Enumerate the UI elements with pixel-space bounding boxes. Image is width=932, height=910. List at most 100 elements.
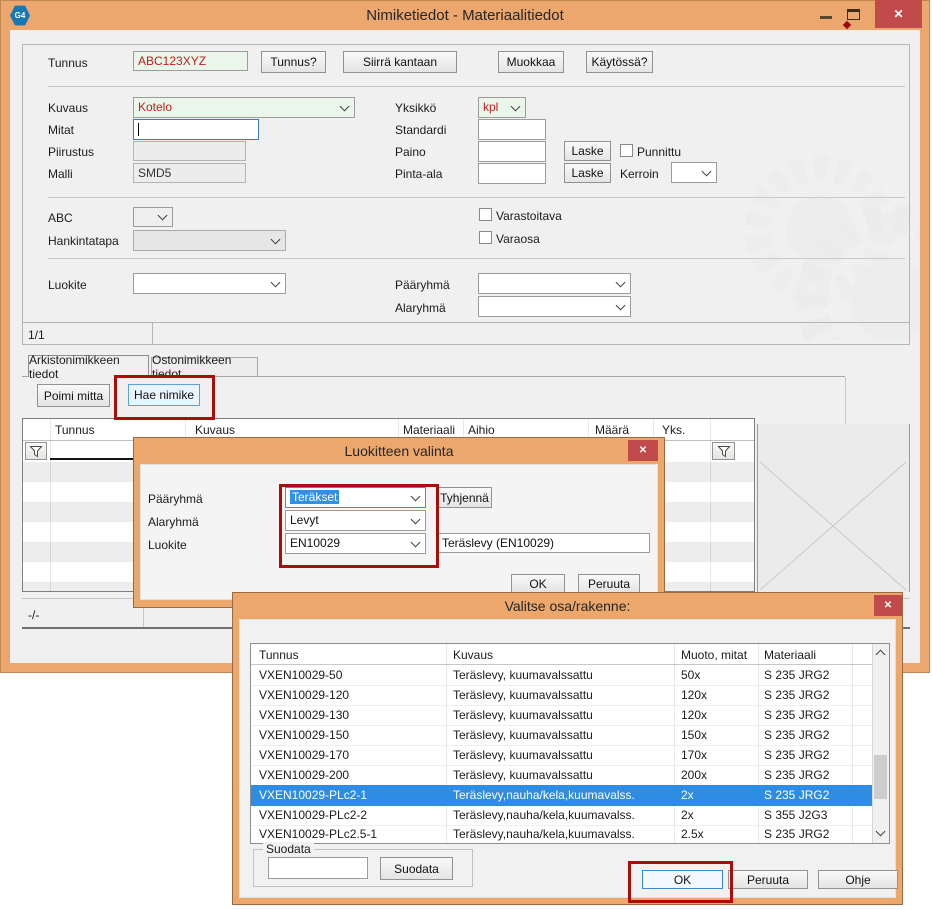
kuvaus-combo-value: Kotelo [138,100,172,114]
funnel-icon [29,445,43,458]
chevron-down-icon [271,277,281,287]
tab-ostonimikkeen-tiedot[interactable]: Ostonimikkeen tiedot [151,357,258,376]
separator-1 [48,86,905,87]
maximize-button[interactable] [847,9,860,20]
grid-vline [50,419,51,591]
punnittu-label: Punnittu [637,145,681,159]
punnittu-checkbox[interactable] [620,144,633,157]
mitat-input[interactable] [133,119,259,140]
paaryhma-combo[interactable] [478,273,631,294]
grid-col-aihio[interactable]: Aihio [468,423,495,437]
paino-label: Paino [395,145,426,159]
tyhjenna-button[interactable]: Tyhjennä [437,487,492,508]
page-indicator: 1/1 [28,328,45,342]
grid-col-yks[interactable]: Yks. [662,423,685,437]
table-row[interactable]: VXEN10029-200 Teräslevy, kuumavalssattu … [251,765,872,786]
suodata-input[interactable] [268,857,368,879]
cell-materiaali: S 235 JRG2 [764,705,829,725]
chevron-down-icon [340,101,350,111]
laske-paino-button[interactable]: Laske [564,141,611,161]
abc-combo[interactable] [133,207,173,227]
alaryhma-combo[interactable] [478,296,631,317]
valitse-peruuta-button[interactable]: Peruuta [728,870,808,889]
cell-tunnus: VXEN10029-170 [259,745,349,765]
tab-arkistonimikkeen-tiedot[interactable]: Arkistonimikkeen tiedot [28,355,149,377]
yksikko-combo[interactable]: kpl [478,97,526,118]
table-row[interactable]: VXEN10029-PLc2-2 Teräslevy,nauha/kela,ku… [251,805,872,826]
cell-tunnus: VXEN10029-120 [259,685,349,705]
chevron-down-icon [702,166,712,176]
cell-muoto: 120x [681,685,707,705]
luokite-dialog-close-button[interactable]: ✕ [628,440,658,461]
pinta-ala-input[interactable] [478,163,546,184]
scroll-down-button[interactable] [872,826,889,843]
muokkaa-button[interactable]: Muokkaa [498,51,564,73]
chevron-up-icon [876,650,886,660]
list-col-muoto[interactable]: Muoto, mitat [681,648,747,662]
hankintatapa-label: Hankintatapa [48,234,119,248]
hankintatapa-combo[interactable] [133,230,286,251]
laske-pinta-ala-button[interactable]: Laske [564,163,611,183]
tunnus-query-button[interactable]: Tunnus? [261,51,326,73]
luokite-dialog-title: Luokitteen valinta [133,443,665,459]
cell-kuvaus: Teräslevy, kuumavalssattu [453,765,593,785]
paaryhma-label: Pääryhmä [395,278,450,292]
x-cross-icon [758,424,911,592]
cell-kuvaus: Teräslevy, kuumavalssattu [453,685,593,705]
grid-col-kuvaus[interactable]: Kuvaus [195,423,235,437]
list-scrollbar[interactable] [872,644,889,843]
list-col-tunnus[interactable]: Tunnus [259,648,299,662]
standardi-input[interactable] [478,119,546,140]
valitse-ohje-button[interactable]: Ohje [818,870,898,889]
filter-funnel-button-left[interactable] [25,442,47,460]
cell-muoto: 200x [681,765,707,785]
luokite-peruuta-button[interactable]: Peruuta [578,574,640,593]
suodata-button[interactable]: Suodata [380,857,453,880]
cell-materiaali: S 235 JRG2 [764,785,829,805]
filter-funnel-button-right[interactable] [712,442,735,460]
grid-col-tunnus[interactable]: Tunnus [55,423,95,437]
kuvaus-label: Kuvaus [48,101,88,115]
cell-materiaali: S 235 JRG2 [764,665,829,685]
grid-col-materiaali[interactable]: Materiaali [403,423,455,437]
cell-tunnus: VXEN10029-PLc2-2 [259,805,367,825]
grid-vline [710,419,711,591]
text-caret [138,123,139,136]
cell-materiaali: S 355 J2G3 [764,805,827,825]
alaryhma-label: Alaryhmä [395,301,446,315]
cell-materiaali: S 235 JRG2 [764,685,829,705]
luokite-combo[interactable] [133,273,286,294]
kuvaus-combo[interactable]: Kotelo [133,97,355,118]
table-row[interactable]: VXEN10029-150 Teräslevy, kuumavalssattu … [251,725,872,746]
minimize-button[interactable] [820,16,832,19]
kerroin-combo[interactable] [671,162,717,183]
dlg-alaryhma-label: Alaryhmä [148,515,199,529]
paino-input[interactable] [478,141,546,162]
table-row[interactable]: VXEN10029-120 Teräslevy, kuumavalssattu … [251,685,872,706]
varastoitava-checkbox[interactable] [479,208,492,221]
poimi-mitta-button[interactable]: Poimi mitta [37,384,110,407]
cell-muoto: 2x [681,805,694,825]
close-button[interactable]: ✕ [875,0,922,28]
table-row[interactable]: VXEN10029-PLc2.5-1 Teräslevy,nauha/kela,… [251,825,872,843]
scroll-thumb[interactable] [874,755,887,799]
siirra-kantaan-button[interactable]: Siirrä kantaan [343,51,457,73]
list-col-materiaali[interactable]: Materiaali [764,648,816,662]
list-col-kuvaus[interactable]: Kuvaus [453,648,493,662]
table-row[interactable]: VXEN10029-130 Teräslevy, kuumavalssattu … [251,705,872,726]
table-row-selected[interactable]: VXEN10029-PLc2-1 Teräslevy,nauha/kela,ku… [251,785,872,806]
malli-field: SMD5 [133,163,246,183]
luokite-ok-button[interactable]: OK [511,574,565,593]
table-row[interactable]: VXEN10029-50 Teräslevy, kuumavalssattu 5… [251,665,872,686]
tunnus-field[interactable]: ABC123XYZ [133,51,248,71]
table-row[interactable]: VXEN10029-170 Teräslevy, kuumavalssattu … [251,745,872,766]
luokite-name-field[interactable]: Teräslevy (EN10029) [437,533,650,553]
grid-col-maara[interactable]: Määrä [595,423,629,437]
cell-tunnus: VXEN10029-50 [259,665,342,685]
scroll-up-button[interactable] [872,644,889,661]
cell-muoto: 2x [681,785,694,805]
cell-muoto: 120x [681,705,707,725]
kaytossa-button[interactable]: Käytössä? [586,51,653,73]
valitse-dialog-close-button[interactable]: ✕ [874,595,902,616]
varaosa-checkbox[interactable] [479,231,492,244]
